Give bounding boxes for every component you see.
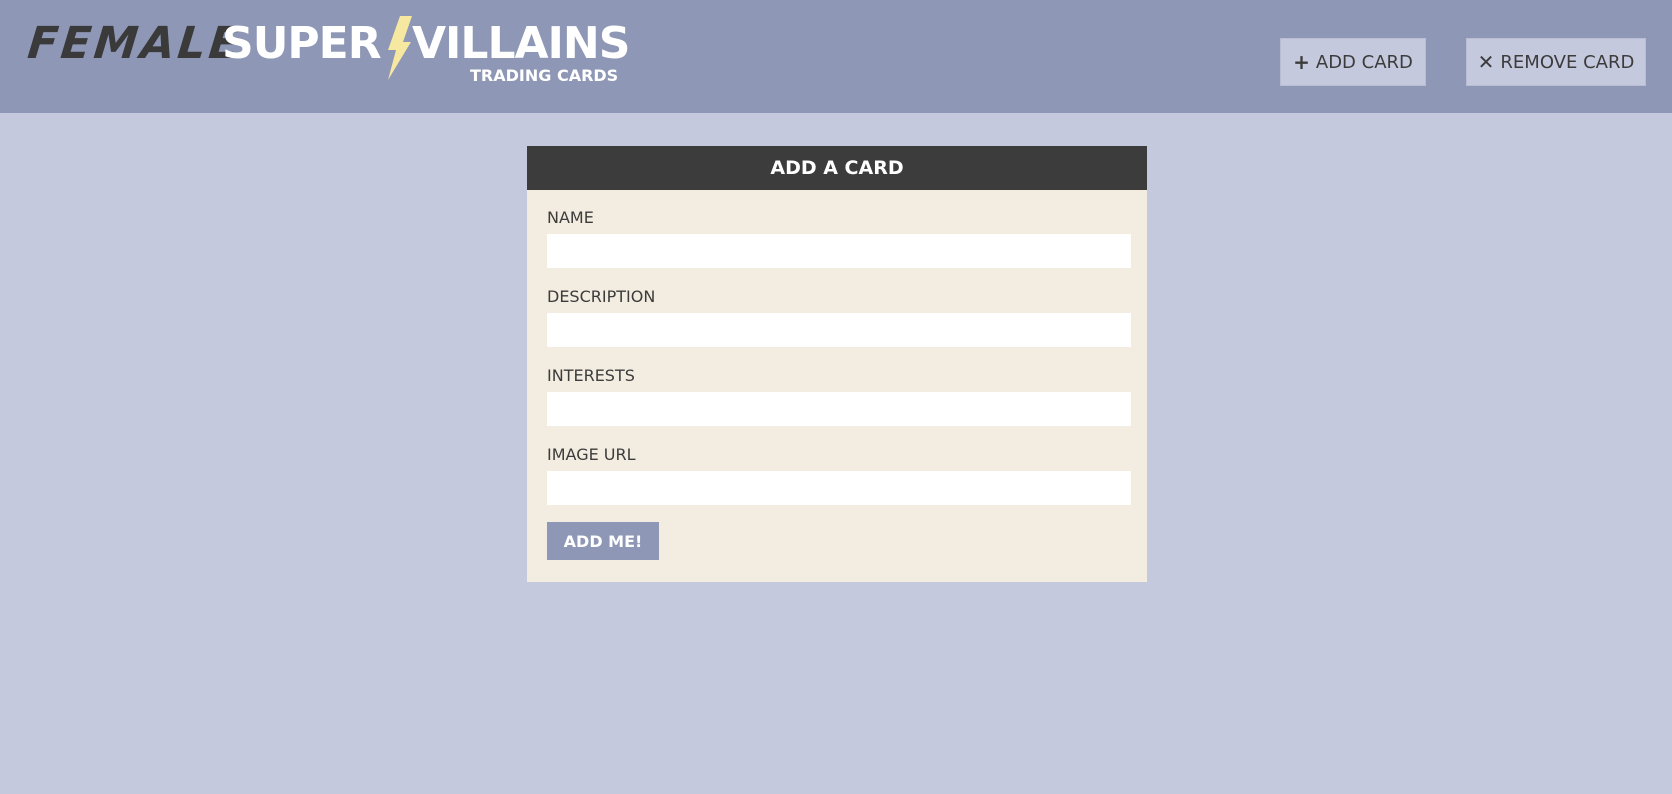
add-card-label: ADD CARD [1315, 51, 1413, 73]
lightning-bolt-icon [388, 16, 412, 80]
site-logo[interactable]: FEMALE SUPER VILLAINS TRADING CARDS [25, 14, 648, 104]
interests-input[interactable] [547, 392, 1131, 426]
remove-card-label: REMOVE CARD [1500, 51, 1635, 73]
image-url-field-group: IMAGE URL [547, 445, 1131, 505]
plus-icon: + [1293, 50, 1310, 74]
add-card-form: ADD A CARD NAME DESCRIPTION INTERESTS IM… [527, 146, 1147, 582]
x-icon: ✕ [1477, 50, 1495, 74]
description-input[interactable] [547, 313, 1131, 347]
add-me-button[interactable]: ADD ME! [547, 522, 659, 560]
logo-tagline: TRADING CARDS [470, 66, 619, 85]
interests-label: INTERESTS [547, 366, 635, 385]
name-label: NAME [547, 208, 594, 227]
interests-field-group: INTERESTS [547, 366, 1131, 426]
image-url-input[interactable] [547, 471, 1131, 505]
logo-word-super: SUPER [222, 18, 382, 69]
description-label: DESCRIPTION [547, 287, 656, 306]
logo-word-villains: VILLAINS [412, 18, 630, 69]
logo-word-female: FEMALE [25, 18, 245, 69]
description-field-group: DESCRIPTION [547, 287, 1131, 347]
remove-card-button[interactable]: ✕ REMOVE CARD [1466, 38, 1646, 86]
form-title: ADD A CARD [527, 146, 1147, 190]
name-field-group: NAME [547, 208, 1131, 268]
name-input[interactable] [547, 234, 1131, 268]
add-card-button[interactable]: + ADD CARD [1280, 38, 1426, 86]
image-url-label: IMAGE URL [547, 445, 636, 464]
site-header: FEMALE SUPER VILLAINS TRADING CARDS + AD… [0, 0, 1672, 113]
